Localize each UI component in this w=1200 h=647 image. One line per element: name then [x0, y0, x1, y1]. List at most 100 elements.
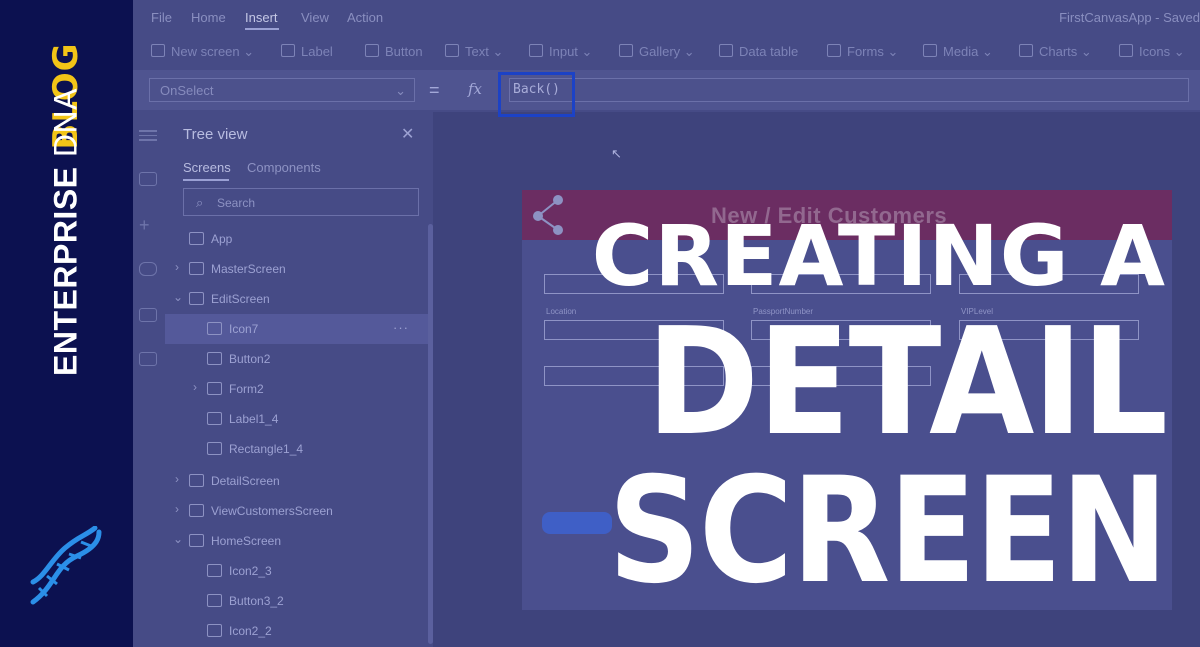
chevron-right-icon: › [175, 472, 179, 486]
share-icon[interactable] [526, 190, 570, 240]
tree-item-label1-4[interactable]: Label1_4 [165, 404, 433, 434]
menu-file[interactable]: File [151, 10, 172, 25]
tab-screens[interactable]: Screens [183, 160, 231, 175]
button-icon [365, 44, 379, 57]
chevron-right-icon: › [175, 260, 179, 274]
brand-sidebar: BLOG ENTERPRISE DNA [0, 0, 133, 647]
chart-icon [1019, 44, 1033, 57]
label-button[interactable]: Label [281, 44, 333, 59]
insert-toolbar: New screen ⌄ Label Button Text ⌄ Input ⌄… [133, 36, 1200, 68]
chevron-down-icon: ⌄ [173, 290, 184, 304]
screen-icon [189, 292, 204, 305]
tree-item-button2[interactable]: Button2 [165, 344, 433, 374]
menu-insert[interactable]: Insert [245, 10, 278, 25]
mouse-cursor-icon: ↖ [611, 146, 622, 161]
save-button[interactable] [542, 512, 612, 534]
menu-view[interactable]: View [301, 10, 329, 25]
tree-item-viewcustomersscreen[interactable]: › ViewCustomersScreen [165, 496, 433, 526]
active-menu-indicator [245, 28, 279, 30]
headline-line-1: CREATING A [591, 207, 1166, 305]
screen-icon [189, 534, 204, 547]
button-button[interactable]: Button [365, 44, 423, 59]
rectangle-icon [207, 442, 222, 455]
tree-search-placeholder: Search [217, 196, 256, 210]
tree-item-masterscreen[interactable]: › MasterScreen [165, 254, 433, 284]
menu-bar: File Home Insert View Action FirstCanvas… [133, 0, 1200, 34]
location-label: Location [546, 307, 577, 316]
label-icon [207, 412, 222, 425]
dna-helix-icon [30, 526, 102, 605]
screen-icon [189, 504, 204, 517]
more-options-icon[interactable]: ··· [393, 320, 409, 335]
chevron-right-icon: › [193, 380, 197, 394]
tree-item-detailscreen[interactable]: › DetailScreen [165, 466, 433, 496]
brand-name: ENTERPRISE DNA [48, 88, 85, 376]
tree-view-title: Tree view [183, 126, 248, 143]
advanced-tools-icon[interactable] [139, 352, 157, 366]
tree-item-homescreen[interactable]: ⌄ HomeScreen [165, 526, 433, 556]
screen-icon [189, 262, 204, 275]
fx-button[interactable]: fx [468, 80, 482, 98]
chevron-right-icon: › [175, 502, 179, 516]
chevron-down-icon: ⌄ [395, 83, 406, 98]
icon-control-icon [207, 322, 222, 335]
forms-button[interactable]: Forms ⌄ [827, 44, 898, 60]
screen-icon [151, 44, 165, 57]
text-button[interactable]: Text ⌄ [445, 44, 503, 60]
search-icon: ⌕ [196, 195, 204, 210]
charts-button[interactable]: Charts ⌄ [1019, 44, 1092, 60]
icons-button[interactable]: Icons ⌄ [1119, 44, 1185, 60]
hamburger-icon[interactable] [139, 128, 157, 142]
label-icon [281, 44, 295, 57]
add-icon[interactable]: + [139, 216, 157, 234]
tree-item-editscreen[interactable]: ⌄ EditScreen [165, 284, 433, 314]
brand-dna-text: DNA [47, 88, 84, 158]
app-icon [189, 232, 204, 245]
media-button[interactable]: Media ⌄ [923, 44, 993, 60]
icon-control-icon [207, 624, 222, 637]
app-title: FirstCanvasApp - Saved [1059, 10, 1200, 25]
icons-icon [1119, 44, 1133, 57]
gallery-button[interactable]: Gallery ⌄ [619, 44, 695, 60]
tree-view-panel: Tree view ✕ Screens Components ⌕ Search … [165, 112, 433, 647]
formula-bar: OnSelect ⌄ = fx Back() [133, 70, 1200, 110]
tree-item-form2[interactable]: › Form2 [165, 374, 433, 404]
active-tab-indicator [183, 179, 229, 181]
brand-enterprise-text: ENTERPRISE [47, 166, 84, 376]
data-table-button[interactable]: Data table [719, 44, 798, 59]
close-icon[interactable]: ✕ [401, 124, 414, 144]
button-icon [207, 352, 222, 365]
text-icon [445, 44, 459, 57]
input-button[interactable]: Input ⌄ [529, 44, 592, 60]
tree-item-app[interactable]: App [165, 224, 433, 254]
tree-item-button3-2[interactable]: Button3_2 [165, 586, 433, 616]
table-icon [719, 44, 733, 57]
headline-line-2: DETAIL [645, 296, 1168, 468]
tab-components[interactable]: Components [247, 160, 321, 175]
tree-item-icon2-2[interactable]: Icon2_2 [165, 616, 433, 646]
left-icon-rail: + [133, 112, 163, 647]
new-screen-button[interactable]: New screen ⌄ [151, 44, 254, 60]
tree-item-icon2-3[interactable]: Icon2_3 [165, 556, 433, 586]
tree-item-rectangle1-4[interactable]: Rectangle1_4 [165, 434, 433, 464]
gallery-icon [619, 44, 633, 57]
icon-control-icon [207, 564, 222, 577]
equals-sign: = [429, 80, 440, 100]
data-icon[interactable] [139, 262, 157, 276]
button-icon [207, 594, 222, 607]
headline-line-3: SCREEN [607, 446, 1168, 616]
tree-item-icon7[interactable]: Icon7 ··· [165, 314, 433, 344]
menu-action[interactable]: Action [347, 10, 383, 25]
media-icon[interactable] [139, 308, 157, 322]
form-icon [207, 382, 222, 395]
form-icon [827, 44, 841, 57]
menu-home[interactable]: Home [191, 10, 226, 25]
layers-icon[interactable] [139, 172, 157, 186]
formula-input[interactable] [509, 78, 1189, 102]
formula-highlight-box [498, 72, 575, 117]
media-icon [923, 44, 937, 57]
property-dropdown[interactable]: OnSelect ⌄ [149, 78, 415, 102]
input-icon [529, 44, 543, 57]
chevron-down-icon: ⌄ [173, 532, 184, 546]
screen-icon [189, 474, 204, 487]
